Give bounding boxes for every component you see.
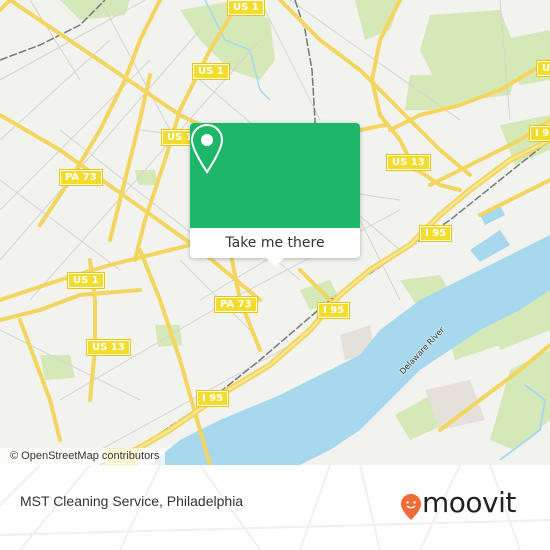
road-shield-i95: I 95 — [316, 302, 351, 319]
place-name: MST Cleaning Service, Philadelphia — [20, 493, 244, 509]
moovit-wordmark: moovit — [422, 486, 516, 519]
moovit-logo[interactable]: moovit — [400, 486, 540, 527]
take-me-there-label: Take me there — [225, 235, 325, 251]
attribution-text: © OpenStreetMap contributors — [10, 450, 160, 462]
road-shield-us13: US 13 — [386, 154, 431, 171]
footer: MST Cleaning Service, Philadelphia moovi… — [0, 465, 550, 550]
road-shield-us1: US 1 — [227, 0, 265, 16]
road-shield-pa73: PA 73 — [214, 296, 258, 313]
road-shield-us1: US 1 — [67, 272, 105, 289]
road-shield-us13: US 13 — [86, 339, 131, 356]
location-pin-icon — [190, 123, 224, 174]
popup-tail — [266, 258, 284, 267]
osm-attribution[interactable]: © OpenStreetMap contributors — [0, 448, 166, 465]
road-shield-us: US — [535, 60, 550, 77]
moovit-pin-icon — [401, 494, 421, 520]
road-shield-i95: I 95 — [528, 125, 550, 142]
location-popup: Take me there — [190, 123, 360, 267]
road-shield-i95: I 95 — [418, 225, 453, 242]
map[interactable]: US 1 US 1 US 1 PA 73 US 13 US 1 US 13 PA… — [0, 0, 550, 465]
take-me-there-button[interactable]: Take me there — [190, 228, 360, 258]
road-shield-pa73: PA 73 — [59, 169, 103, 186]
road-shield-i95: I 95 — [195, 390, 230, 407]
popup-header — [190, 123, 360, 228]
road-shield-us1: US 1 — [192, 63, 230, 80]
